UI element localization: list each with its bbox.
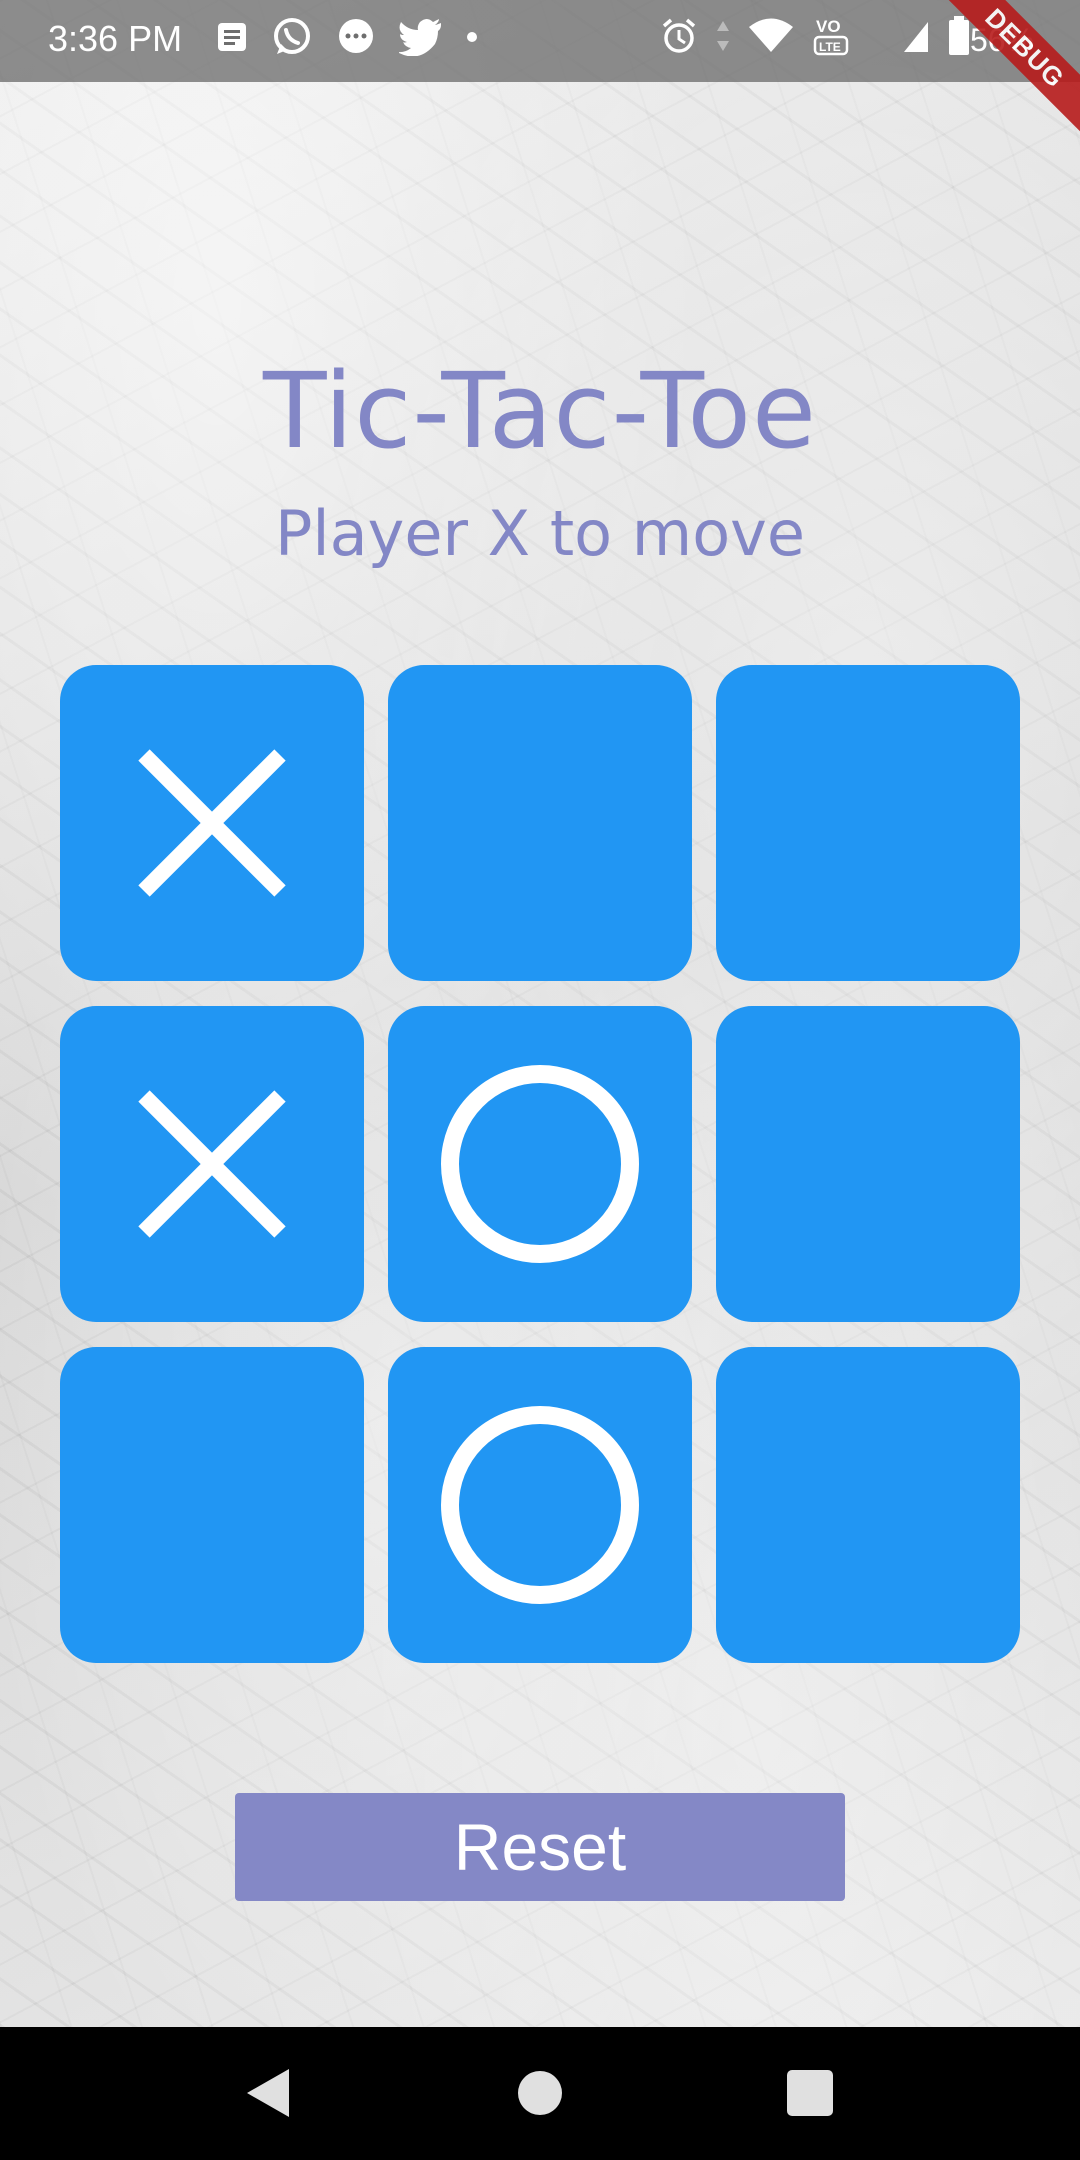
back-icon[interactable]: [245, 2067, 291, 2119]
board-cell-2[interactable]: [716, 665, 1020, 981]
navigation-bar: [0, 2027, 1080, 2160]
game-board: [60, 665, 1020, 1663]
o-mark-icon: [441, 1406, 639, 1604]
reset-button[interactable]: Reset: [235, 1793, 845, 1901]
dot-icon: [467, 32, 477, 42]
board-cell-8[interactable]: [716, 1347, 1020, 1663]
wifi-icon: [749, 18, 793, 52]
status-bar: 3:36 PM VOLTE 56%: [0, 0, 1080, 82]
notification-icons: [215, 16, 479, 58]
page-title: Tic-Tac-Toe: [262, 350, 818, 472]
messages-icon: [339, 19, 373, 53]
board-cell-7[interactable]: [388, 1347, 692, 1663]
recents-icon[interactable]: [787, 2070, 833, 2116]
svg-text:VO: VO: [816, 17, 841, 36]
status-time: 3:36 PM: [48, 18, 183, 59]
data-arrows-icon: [717, 21, 729, 51]
home-icon[interactable]: [518, 2071, 562, 2115]
x-mark-icon: [138, 749, 286, 897]
x-mark-icon: [138, 1090, 286, 1238]
o-mark-icon: [441, 1065, 639, 1263]
svg-text:LTE: LTE: [819, 40, 841, 54]
board-cell-3[interactable]: [60, 1006, 364, 1322]
board-cell-5[interactable]: [716, 1006, 1020, 1322]
turn-status: Player X to move: [275, 497, 805, 570]
board-cell-0[interactable]: [60, 665, 364, 981]
twitter-icon: [399, 19, 441, 56]
alarm-icon: [662, 18, 696, 53]
notes-icon: [218, 23, 246, 51]
board-cell-1[interactable]: [388, 665, 692, 981]
board-cell-6[interactable]: [60, 1347, 364, 1663]
whatsapp-icon: [274, 18, 310, 54]
board-cell-4[interactable]: [388, 1006, 692, 1322]
volte-icon: VO LTE: [813, 17, 849, 56]
signal-icon: [904, 22, 928, 52]
system-icons: VO LTE: [660, 14, 970, 58]
battery-icon: [949, 16, 969, 55]
